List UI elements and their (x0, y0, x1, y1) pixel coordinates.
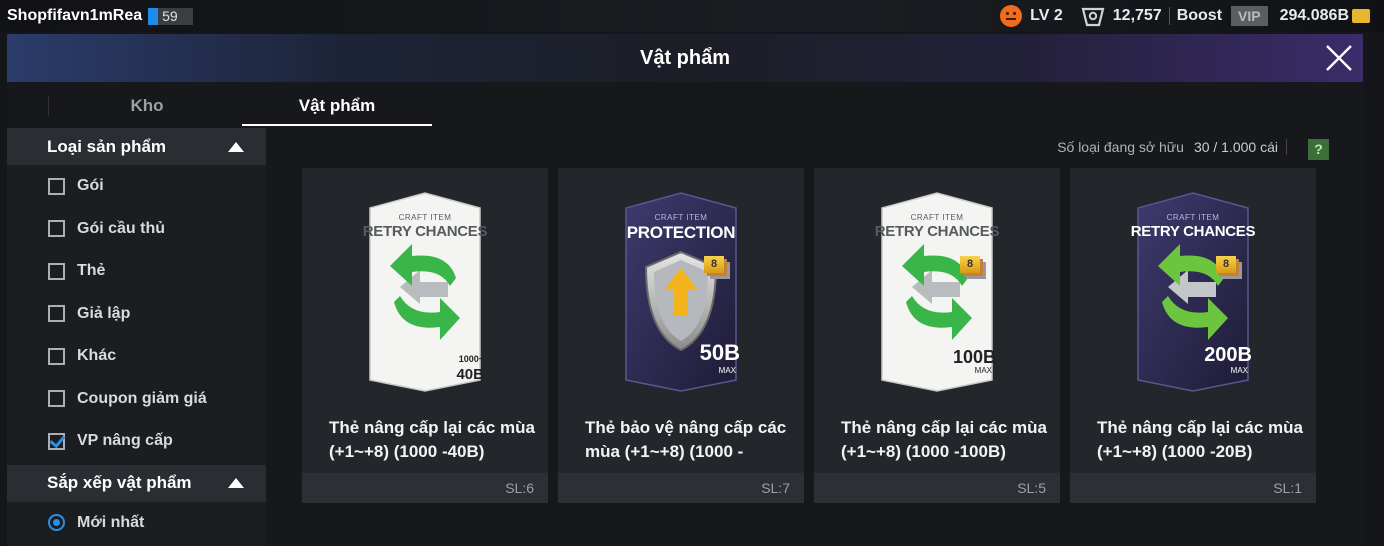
user-badge-value: 59 (162, 8, 178, 24)
card-title: RETRY CHANCES (362, 223, 488, 240)
radio-selected[interactable] (48, 514, 65, 532)
level-text: LV 2 (1030, 7, 1063, 24)
item-quantity: SL:7 (761, 480, 790, 496)
max-label: MAX (1230, 366, 1248, 375)
craft-item-image: 8 CRAFT ITEM RETRY CHANCES 200B MAX (1128, 192, 1258, 392)
item-quantity: SL:5 (1017, 480, 1046, 496)
product-type-title: Loại sản phẩm (47, 136, 167, 156)
filter-option-label: Thẻ (77, 262, 106, 280)
filter-option-goi[interactable]: Gói (7, 165, 266, 208)
filter-sidebar: Loại sản phẩm Gói Gói cầu thủ Thẻ Giả lậ… (7, 128, 266, 546)
item-card[interactable]: CRAFT ITEM RETRY CHANCES 1000~ 40B Thẻ n… (302, 168, 548, 503)
item-footer: SL:5 (814, 473, 1060, 503)
price-range: 1000~ (458, 354, 484, 364)
checkbox[interactable] (48, 305, 65, 323)
bcash-icon (1352, 9, 1370, 23)
craft-label: CRAFT ITEM (654, 213, 708, 222)
craft-item-image: CRAFT ITEM RETRY CHANCES 1000~ 40B (360, 192, 490, 392)
item-card[interactable]: 8 CRAFT ITEM RETRY CHANCES 200B MAX Thẻ … (1070, 168, 1316, 503)
level-badge: 8 (960, 256, 980, 273)
craft-label: CRAFT ITEM (398, 213, 452, 222)
filter-option-coupon[interactable]: Coupon giảm giá (7, 378, 266, 421)
filter-option-label: VP nâng cấp (77, 432, 173, 450)
coin-icon (1081, 7, 1105, 27)
sort-title: Sắp xếp vật phẩm (47, 473, 192, 492)
filter-option-label: Giả lập (77, 304, 131, 322)
craft-item-image: 8 CRAFT ITEM PROTECTION 50B MAX (616, 192, 746, 392)
max-label: MAX (974, 366, 992, 375)
price-value: 50B (699, 340, 740, 365)
card-title: RETRY CHANCES (874, 223, 1000, 240)
tab-bar: Kho Vật phẩm (7, 86, 432, 126)
item-name: Thẻ nâng cấp lại các mùa (+1~+8) (1000 -… (329, 418, 535, 461)
coins-value: 12,757 (1112, 7, 1162, 24)
bcash-value: 294.086B (1279, 7, 1349, 24)
checkbox[interactable] (48, 177, 65, 195)
price-value: 100B (952, 347, 996, 367)
craft-label: CRAFT ITEM (910, 213, 964, 222)
filter-option-vp-nang-cap[interactable]: VP nâng cấp (7, 420, 266, 463)
currency-area: LV 2 12,757 Boost VIP 294.086B (1000, 0, 1384, 32)
owned-count-area: Số loại đang sở hữu 30 / 1.000 cái (1057, 139, 1287, 155)
item-quantity: SL:1 (1273, 480, 1302, 496)
checkbox[interactable] (48, 220, 65, 238)
divider (1286, 139, 1287, 155)
divider (1168, 7, 1170, 25)
item-name: Thẻ nâng cấp lại các mùa (+1~+8) (1000 -… (841, 418, 1047, 461)
filter-option-goi-cau-thu[interactable]: Gói cầu thủ (7, 208, 266, 251)
help-button[interactable]: ? (1308, 139, 1329, 160)
level-badge: 8 (1216, 256, 1236, 273)
item-name: Thẻ bảo vệ nâng cấp các mùa (+1~+8) (100… (585, 418, 787, 461)
item-card[interactable]: 8 CRAFT ITEM RETRY CHANCES 100B MAX Thẻ … (814, 168, 1060, 503)
item-footer: SL:7 (558, 473, 804, 503)
boost-label[interactable]: Boost (1177, 7, 1222, 25)
price-text: 1000~ 40B (456, 350, 484, 382)
checkbox[interactable] (48, 390, 65, 408)
user-badge: 59 (148, 7, 194, 25)
level-badge: 8 (704, 256, 724, 273)
caret-up-icon (228, 141, 244, 152)
max-label: MAX (718, 366, 736, 375)
item-name: Thẻ nâng cấp lại các mùa (+1~+8) (1000 -… (1097, 418, 1303, 461)
close-icon[interactable] (1323, 42, 1355, 74)
price-value: 40B (456, 366, 484, 383)
craft-item-image: 8 CRAFT ITEM RETRY CHANCES 100B MAX (872, 192, 1002, 392)
badge-color-strip (148, 7, 159, 25)
owned-label: Số loại đang sở hữu (1057, 139, 1184, 155)
tab-kho[interactable]: Kho (52, 86, 242, 126)
product-type-header[interactable]: Loại sản phẩm (7, 128, 266, 165)
card-title: RETRY CHANCES (1130, 223, 1256, 240)
sort-option-newest[interactable]: Mới nhất (7, 502, 266, 545)
vip-badge[interactable]: VIP (1231, 6, 1268, 26)
caret-up-icon (228, 478, 244, 488)
tab-vat-pham[interactable]: Vật phẩm (242, 86, 432, 126)
owned-count: 30 / 1.000 cái (1193, 139, 1278, 155)
filter-option-khac[interactable]: Khác (7, 335, 266, 378)
checkbox-checked[interactable] (48, 432, 65, 450)
top-status-bar: Shopfifavn1mRea 59 LV 2 12,757 Boost VIP… (0, 0, 1384, 32)
checkbox[interactable] (48, 262, 65, 280)
card-title: PROTECTION (626, 223, 736, 242)
craft-label: CRAFT ITEM (1166, 213, 1220, 222)
mood-face-icon (1000, 5, 1023, 27)
item-footer: SL:1 (1070, 473, 1316, 503)
filter-option-label: Gói (77, 177, 104, 195)
filter-option-label: Gói cầu thủ (77, 219, 165, 237)
item-footer: SL:6 (302, 473, 548, 503)
item-quantity: SL:6 (505, 480, 534, 496)
filter-option-label: Coupon giảm giá (77, 389, 207, 407)
item-card[interactable]: 8 CRAFT ITEM PROTECTION 50B MAX Thẻ bảo … (558, 168, 804, 503)
filter-option-the[interactable]: Thẻ (7, 250, 266, 293)
filter-option-gia-lap[interactable]: Giả lập (7, 293, 266, 336)
username[interactable]: Shopfifavn1mRea (7, 7, 142, 25)
checkbox[interactable] (48, 347, 65, 365)
window-header: Vật phẩm (7, 34, 1363, 82)
sort-header[interactable]: Sắp xếp vật phẩm (7, 464, 266, 502)
sort-option-label: Mới nhất (77, 513, 145, 531)
window-title: Vật phẩm (639, 46, 731, 69)
filter-option-label: Khác (77, 347, 117, 365)
price-value: 200B (1204, 344, 1252, 366)
